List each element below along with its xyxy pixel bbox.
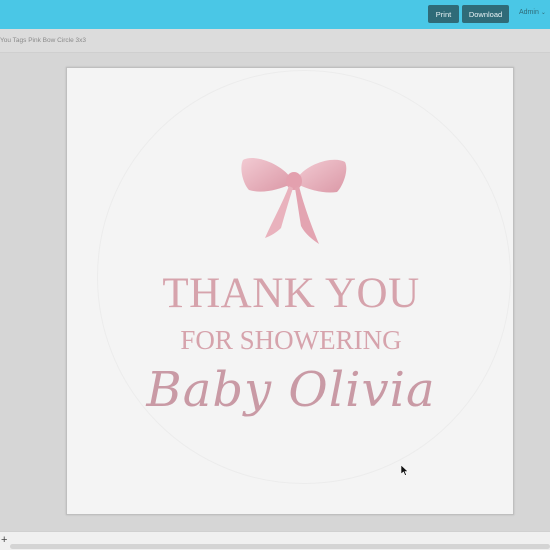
- baby-name-script[interactable]: Baby Olivia: [67, 362, 515, 418]
- document-bar: You Tags Pink Bow Circle 3x3: [0, 29, 550, 53]
- design-canvas[interactable]: THANK YOU FOR SHOWERING Baby Olivia: [66, 67, 514, 515]
- mouse-cursor-icon: [401, 465, 409, 476]
- pink-bow-icon[interactable]: [239, 154, 349, 250]
- add-page-button[interactable]: +: [1, 534, 7, 546]
- user-menu-label: Admin: [519, 9, 539, 16]
- print-button[interactable]: Print: [428, 5, 459, 23]
- horizontal-scrollbar[interactable]: [10, 544, 550, 549]
- top-toolbar: Print Download Admin ⌄: [0, 0, 550, 29]
- bottom-bar: +: [0, 531, 550, 550]
- download-button[interactable]: Download: [462, 5, 509, 23]
- thank-you-heading[interactable]: THANK YOU: [67, 269, 515, 318]
- for-showering-subheading[interactable]: FOR SHOWERING: [67, 325, 515, 356]
- document-title: You Tags Pink Bow Circle 3x3: [0, 37, 86, 44]
- user-menu[interactable]: Admin ⌄: [519, 9, 546, 16]
- chevron-down-icon: ⌄: [540, 9, 546, 16]
